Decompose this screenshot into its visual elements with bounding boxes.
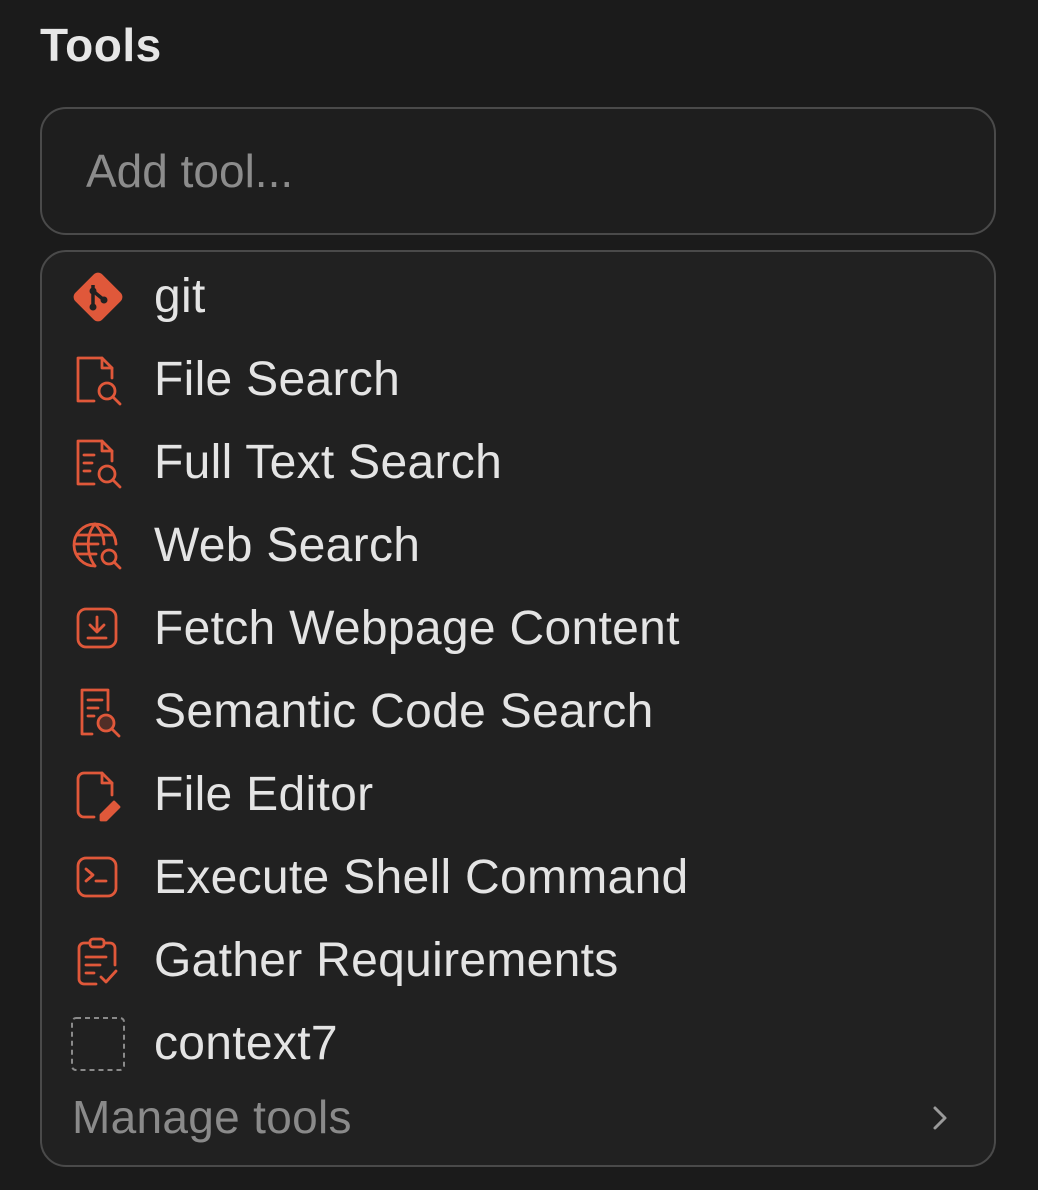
tool-label: File Editor	[154, 768, 374, 821]
tool-item-semantic-code-search[interactable]: Semantic Code Search	[42, 670, 994, 753]
web-search-icon	[68, 516, 128, 576]
section-title: Tools	[40, 19, 162, 71]
tool-item-full-text-search[interactable]: Full Text Search	[42, 421, 994, 504]
tool-item-context7[interactable]: context7	[42, 1002, 994, 1085]
git-icon	[68, 267, 128, 327]
terminal-icon	[68, 848, 128, 908]
tool-label: File Search	[154, 353, 401, 406]
tool-item-fetch-webpage[interactable]: Fetch Webpage Content	[42, 587, 994, 670]
tool-label: git	[154, 270, 206, 323]
tool-item-git[interactable]: git	[42, 255, 994, 338]
file-edit-icon	[68, 765, 128, 825]
download-icon	[68, 599, 128, 659]
clipboard-check-icon	[68, 931, 128, 991]
tool-label: Execute Shell Command	[154, 851, 689, 904]
manage-tools-link[interactable]: Manage tools	[42, 1078, 994, 1158]
add-tool-input[interactable]	[40, 107, 996, 235]
tool-label: Full Text Search	[154, 436, 503, 489]
tool-item-gather-requirements[interactable]: Gather Requirements	[42, 919, 994, 1002]
tool-dropdown: git File Search Full Text Search Web Sea…	[40, 250, 996, 1167]
placeholder-icon	[68, 1014, 128, 1074]
tool-label: Semantic Code Search	[154, 685, 654, 738]
full-text-search-icon	[68, 433, 128, 493]
manage-tools-label: Manage tools	[72, 1091, 352, 1143]
chevron-right-icon	[922, 1100, 958, 1136]
tool-item-execute-shell[interactable]: Execute Shell Command	[42, 836, 994, 919]
tool-item-file-search[interactable]: File Search	[42, 338, 994, 421]
tool-label: context7	[154, 1017, 338, 1070]
tool-label: Gather Requirements	[154, 934, 619, 987]
tool-item-web-search[interactable]: Web Search	[42, 504, 994, 587]
code-search-icon	[68, 682, 128, 742]
tools-panel: Tools git	[0, 0, 1038, 1190]
tool-label: Web Search	[154, 519, 421, 572]
file-search-icon	[68, 350, 128, 410]
tool-item-file-editor[interactable]: File Editor	[42, 753, 994, 836]
tool-label: Fetch Webpage Content	[154, 602, 680, 655]
